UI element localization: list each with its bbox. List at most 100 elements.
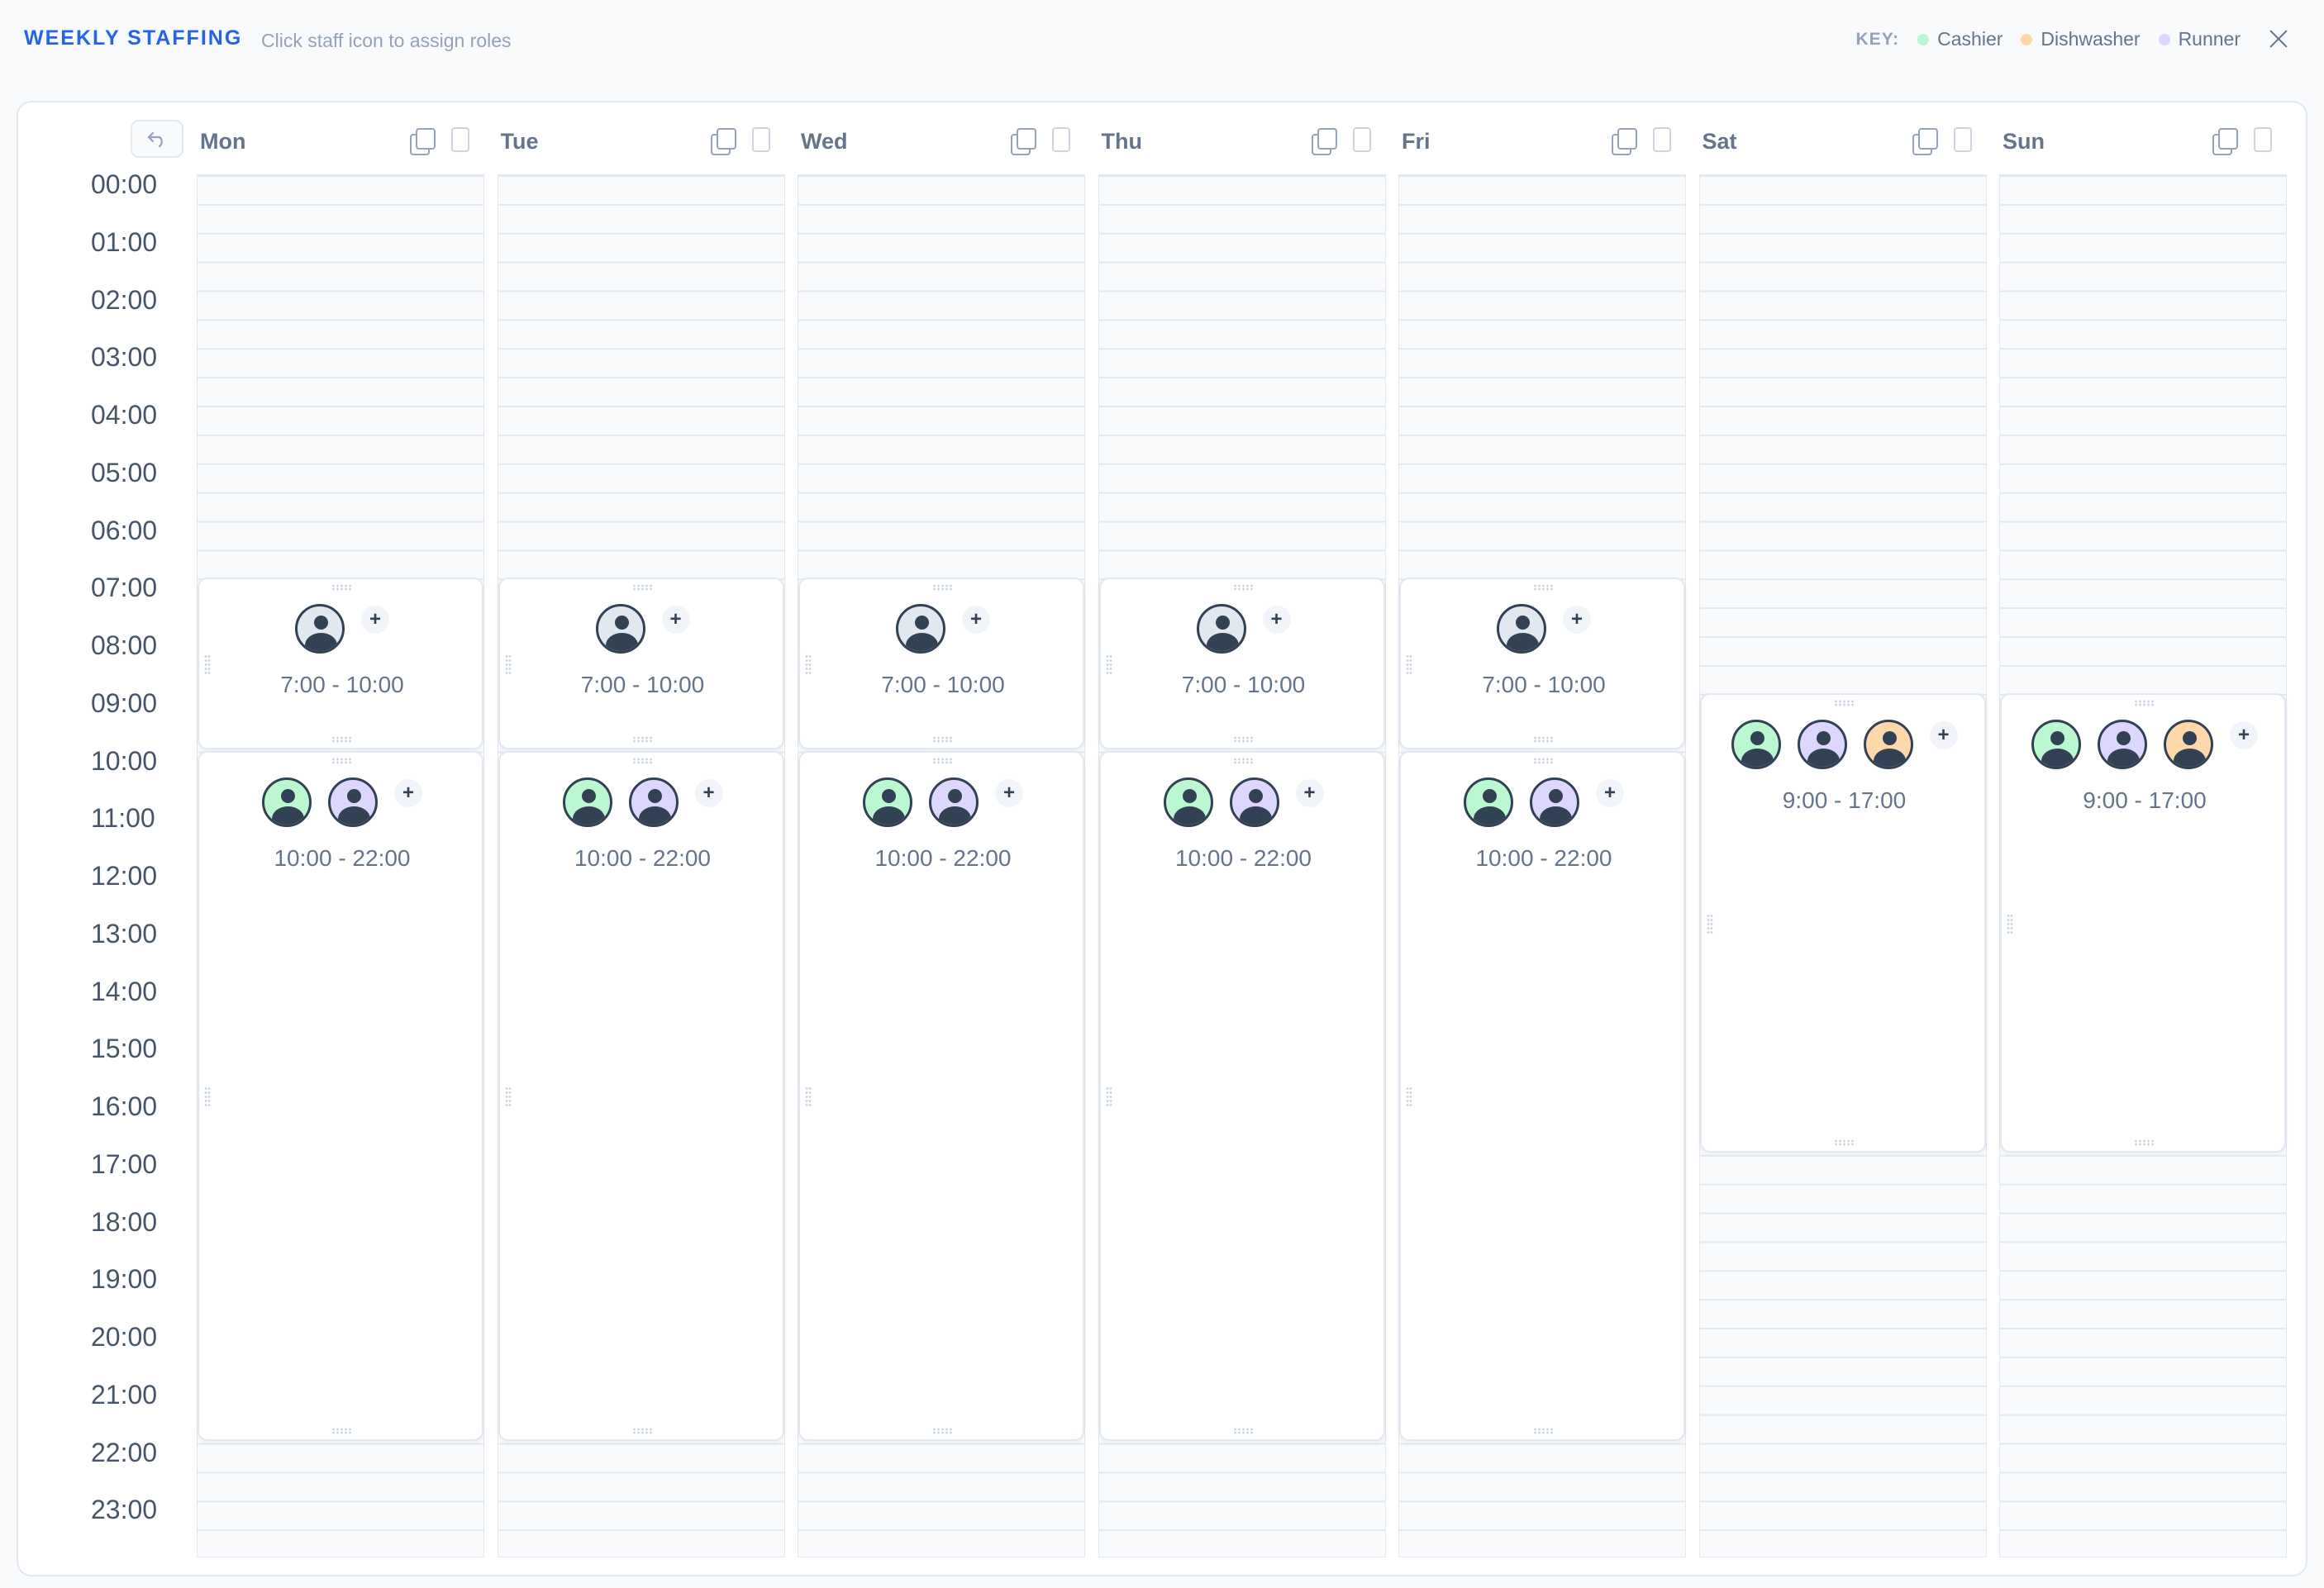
add-staff-button[interactable]: + — [1262, 606, 1291, 635]
add-staff-button[interactable]: + — [995, 778, 1023, 807]
staff-avatar-icon[interactable] — [1797, 719, 1847, 769]
drag-handle[interactable] — [2007, 913, 2013, 935]
resize-handle-top[interactable] — [1533, 757, 1555, 764]
avatar-body — [906, 633, 938, 652]
staff-avatar-icon[interactable] — [262, 777, 312, 827]
staff-avatar-icon[interactable] — [863, 777, 912, 827]
staff-avatar-icon[interactable] — [2098, 719, 2147, 769]
copy-icon[interactable] — [709, 126, 737, 155]
copy-icon[interactable] — [2211, 126, 2239, 155]
staff-avatar-icon[interactable] — [1530, 777, 1579, 827]
copy-icon[interactable] — [1610, 126, 1638, 155]
resize-handle-bottom[interactable] — [331, 735, 353, 743]
add-staff-button[interactable]: + — [661, 606, 690, 635]
resize-handle-bottom[interactable] — [1232, 1427, 1255, 1434]
resize-handle-top[interactable] — [1232, 584, 1255, 592]
staff-avatar-icon[interactable] — [595, 604, 645, 654]
add-staff-button[interactable]: + — [694, 778, 723, 807]
staff-avatar-icon[interactable] — [896, 604, 945, 654]
shift-card[interactable]: +9:00 - 17:00 — [2000, 692, 2286, 1153]
drag-handle[interactable] — [504, 1086, 512, 1108]
staff-avatar-icon[interactable] — [1731, 719, 1781, 769]
staff-avatar-icon[interactable] — [1196, 604, 1246, 654]
resize-handle-top[interactable] — [1833, 699, 1855, 706]
resize-handle-bottom[interactable] — [932, 735, 954, 743]
resize-handle-bottom[interactable] — [631, 1427, 654, 1434]
resize-handle-top[interactable] — [631, 757, 654, 764]
shift-card[interactable]: +10:00 - 22:00 — [1098, 750, 1385, 1441]
resize-handle-top[interactable] — [932, 584, 954, 592]
staff-avatar-icon[interactable] — [628, 777, 679, 827]
paste-icon[interactable] — [1352, 127, 1371, 152]
resize-handle-top[interactable] — [1232, 757, 1255, 764]
paste-icon[interactable] — [1052, 127, 1070, 152]
staff-avatar-icon[interactable] — [2164, 719, 2213, 769]
staff-row: + — [500, 777, 786, 827]
resize-handle-top[interactable] — [1533, 584, 1555, 592]
staff-avatar-icon[interactable] — [1464, 777, 1513, 827]
add-staff-button[interactable]: + — [361, 606, 389, 635]
add-staff-button[interactable]: + — [962, 606, 990, 635]
drag-handle[interactable] — [1105, 1086, 1112, 1108]
resize-handle-bottom[interactable] — [1232, 735, 1255, 743]
drag-handle[interactable] — [805, 1086, 812, 1108]
add-staff-button[interactable]: + — [2230, 720, 2258, 749]
hour-label: 13:00 — [91, 918, 158, 949]
staff-avatar-icon[interactable] — [328, 777, 378, 827]
shift-card[interactable]: +7:00 - 10:00 — [1098, 578, 1385, 749]
staff-avatar-icon[interactable] — [1163, 777, 1213, 827]
staff-avatar-icon[interactable] — [295, 604, 345, 654]
resize-handle-bottom[interactable] — [2134, 1139, 2155, 1146]
add-staff-button[interactable]: + — [1596, 778, 1624, 807]
paste-icon[interactable] — [1653, 127, 1671, 152]
resize-handle-bottom[interactable] — [1533, 1427, 1555, 1434]
paste-icon[interactable] — [2254, 127, 2272, 152]
paste-icon[interactable] — [751, 127, 770, 152]
add-staff-button[interactable]: + — [1929, 720, 1958, 749]
staff-avatar-icon[interactable] — [929, 777, 979, 827]
drag-handle[interactable] — [1706, 913, 1713, 935]
undo-button[interactable] — [131, 120, 183, 158]
staff-avatar-icon[interactable] — [562, 777, 612, 827]
staff-avatar-icon[interactable] — [1497, 604, 1546, 654]
copy-icon[interactable] — [1009, 126, 1037, 155]
shift-card[interactable]: +7:00 - 10:00 — [498, 578, 784, 749]
paste-icon[interactable] — [451, 127, 469, 152]
shift-card[interactable]: +10:00 - 22:00 — [1399, 750, 1685, 1441]
staff-avatar-icon[interactable] — [2031, 719, 2081, 769]
resize-handle-bottom[interactable] — [331, 1427, 353, 1434]
shift-card[interactable]: +9:00 - 17:00 — [1699, 692, 1986, 1153]
avatar-body — [873, 806, 905, 825]
staff-avatar-icon[interactable] — [1229, 777, 1279, 827]
shift-card[interactable]: +10:00 - 22:00 — [798, 750, 1084, 1441]
copy-icon[interactable] — [1310, 126, 1338, 155]
paste-icon[interactable] — [1953, 127, 1972, 152]
add-staff-button[interactable]: + — [394, 778, 422, 807]
copy-icon[interactable] — [408, 126, 436, 155]
avatar-body — [305, 633, 337, 652]
staff-avatar-icon[interactable] — [1863, 719, 1913, 769]
shift-card[interactable]: +7:00 - 10:00 — [798, 578, 1084, 749]
resize-handle-bottom[interactable] — [631, 735, 654, 743]
resize-handle-bottom[interactable] — [932, 1427, 954, 1434]
day-header: Sat — [1699, 122, 1987, 159]
resize-handle-top[interactable] — [331, 584, 353, 592]
resize-handle-bottom[interactable] — [1833, 1139, 1855, 1146]
shift-card[interactable]: +10:00 - 22:00 — [198, 750, 483, 1441]
avatar-head — [581, 788, 596, 803]
shift-card[interactable]: +7:00 - 10:00 — [1399, 578, 1685, 749]
copy-icon[interactable] — [1911, 126, 1939, 155]
drag-handle[interactable] — [1406, 1086, 1412, 1108]
resize-handle-bottom[interactable] — [1533, 735, 1555, 743]
shift-card[interactable]: +10:00 - 22:00 — [498, 750, 786, 1441]
resize-handle-top[interactable] — [331, 757, 353, 764]
drag-handle[interactable] — [204, 1086, 211, 1108]
shift-card[interactable]: +7:00 - 10:00 — [198, 578, 483, 749]
resize-handle-top[interactable] — [2134, 699, 2155, 706]
day-column-tue: Tue +7:00 - 10:00 +10:00 - 22:00 — [497, 0, 786, 1588]
resize-handle-top[interactable] — [631, 584, 654, 592]
add-staff-button[interactable]: + — [1563, 606, 1591, 635]
resize-handle-top[interactable] — [932, 757, 954, 764]
hour-label: 01:00 — [91, 226, 158, 257]
add-staff-button[interactable]: + — [1295, 778, 1324, 807]
